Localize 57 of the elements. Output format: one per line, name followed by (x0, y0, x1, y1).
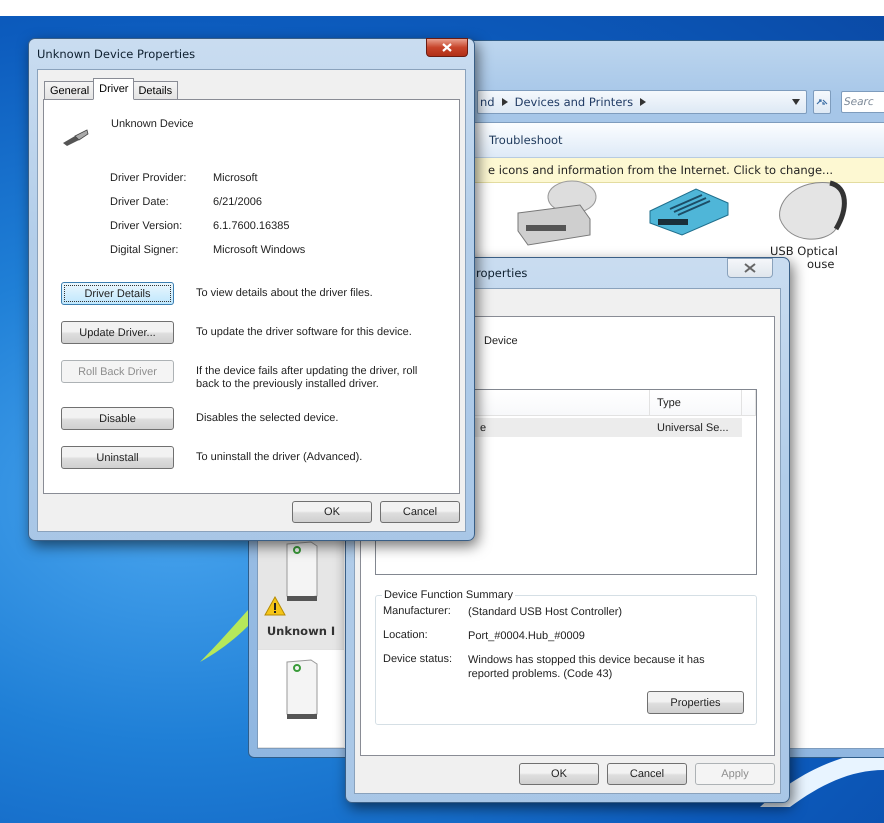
toolbar-button[interactable]: Troubleshoot (489, 133, 563, 147)
refresh-button[interactable] (813, 90, 831, 114)
device-label: Unknown I (266, 624, 336, 638)
search-field[interactable]: Searc (841, 91, 884, 113)
info-label: Digital Signer: (110, 244, 180, 257)
address-bar[interactable]: nd Devices and Printers (477, 90, 807, 114)
info-label: Driver Provider: (110, 172, 188, 185)
action-button[interactable]: Uninstall (61, 446, 174, 469)
device-label: USB Optical (770, 245, 838, 258)
field-label: Device status: (383, 653, 454, 667)
tab[interactable]: General (44, 81, 96, 100)
table-cell[interactable]: Universal Se... (650, 418, 742, 437)
dialog-button[interactable]: Cancel (380, 501, 460, 523)
action-button[interactable]: Driver Details (61, 282, 174, 305)
usb-plug-icon (61, 127, 89, 147)
field-value: (Standard USB Host Controller) (468, 605, 624, 619)
window-title: Unknown Device Properties (37, 47, 196, 61)
tab[interactable]: Details (132, 81, 178, 100)
field-label: Manufacturer: (383, 605, 452, 619)
close-button[interactable] (727, 258, 773, 278)
action-description: To view details about the driver files. (196, 286, 374, 300)
info-value: 6/21/2006 (213, 196, 263, 209)
info-value: Microsoft Windows (213, 244, 306, 257)
breadcrumb-item[interactable]: nd (480, 95, 495, 109)
close-icon (442, 43, 452, 52)
info-label: Driver Date: (110, 196, 170, 209)
action-description: To update the driver software for this device. (196, 325, 413, 339)
info-label: Driver Version: (110, 220, 184, 233)
dialog-button[interactable]: OK (292, 501, 372, 523)
device-name: Device (484, 335, 519, 347)
field-label: Location: (383, 629, 429, 643)
action-button[interactable]: Update Driver... (61, 321, 174, 344)
breadcrumb-arrow-icon[interactable] (640, 98, 646, 106)
group-title: Device Function Summary (383, 589, 514, 601)
breadcrumb-arrow-icon[interactable] (502, 98, 508, 106)
column-header[interactable]: Type (650, 390, 742, 416)
dialog-button[interactable]: OK (519, 763, 599, 785)
device-label: ouse (807, 258, 834, 271)
tab[interactable]: Driver (93, 78, 134, 100)
action-description: To uninstall the driver (Advanced). (196, 450, 364, 464)
refresh-icon (816, 98, 828, 106)
close-button[interactable] (426, 38, 468, 57)
column-header (742, 390, 756, 416)
properties-button[interactable]: Properties (647, 691, 744, 714)
field-value: Port_#0004.Hub_#0009 (468, 629, 586, 643)
action-button[interactable]: Disable (61, 407, 174, 430)
action-description: If the device fails after updating the driver, roll back to the previously installed driver. (196, 364, 418, 391)
breadcrumb-item[interactable]: Devices and Printers (514, 95, 634, 109)
info-value: 6.1.7600.16385 (213, 220, 290, 233)
window-title: roperties (476, 266, 528, 280)
info-value: Microsoft (213, 172, 259, 185)
action-description: Disables the selected device. (196, 411, 340, 425)
device-name: Unknown Device (111, 118, 194, 130)
field-value: Windows has stopped this device because it has reported problems. (Code 43) (468, 653, 706, 681)
dropdown-arrow-icon[interactable] (792, 99, 800, 105)
dialog-button[interactable]: Cancel (607, 763, 687, 785)
close-icon (744, 263, 756, 273)
